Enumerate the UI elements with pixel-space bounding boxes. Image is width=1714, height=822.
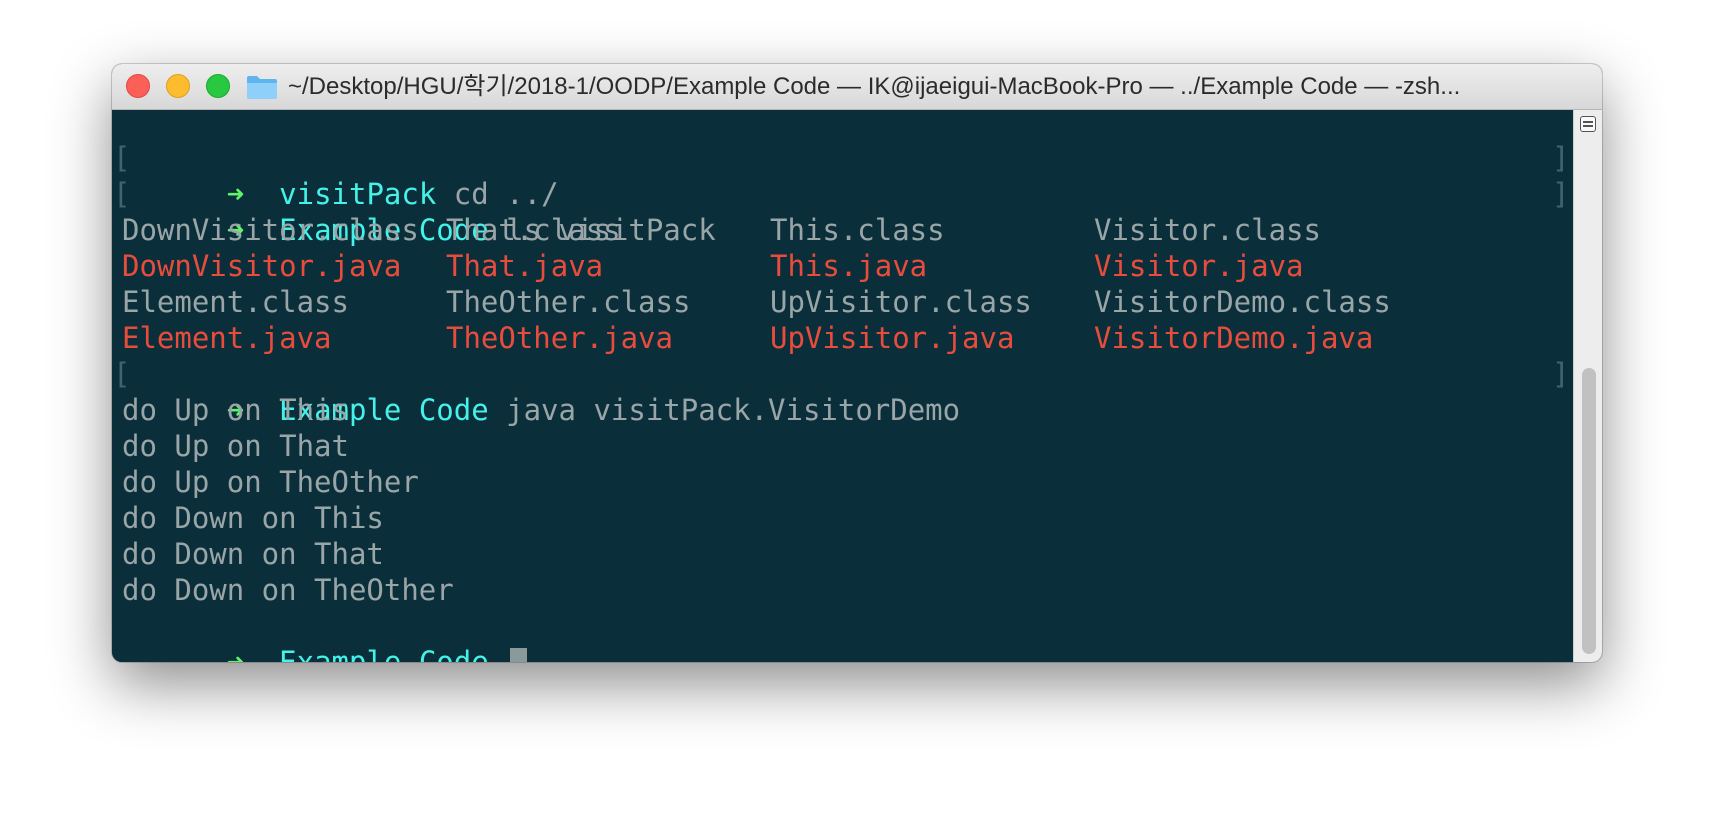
ls-entry: TheOther.class — [446, 285, 691, 319]
split-pane-icon[interactable] — [1580, 116, 1596, 132]
ls-entry: This.class — [770, 213, 945, 247]
ls-entry: Visitor.class — [1094, 213, 1321, 247]
maximize-button[interactable] — [206, 74, 230, 98]
line-bracket-right: ] — [1552, 357, 1570, 391]
ls-entry: UpVisitor.java — [770, 321, 1015, 355]
output-line: do Down on This — [122, 501, 384, 535]
prompt-line: [➜ visitPack cd ../ ] — [113, 140, 1569, 211]
window-title: ~/Desktop/HGU/학기/2018-1/OODP/Example Cod… — [288, 73, 1461, 100]
title-bar[interactable]: ~/Desktop/HGU/학기/2018-1/OODP/Example Cod… — [112, 64, 1602, 110]
minimize-button[interactable] — [166, 74, 190, 98]
ls-entry: VisitorDemo.class — [1094, 285, 1391, 319]
ls-entry: DownVisitor.java — [122, 249, 402, 283]
terminal-content[interactable]: [➜ visitPack cd ../ ] [➜ Example Code ls… — [112, 110, 1573, 662]
output-line: do Up on This — [122, 393, 349, 427]
prompt-arrow-icon: ➜ — [226, 645, 245, 662]
line-bracket-right: ] — [1552, 141, 1570, 175]
text-cursor[interactable] — [510, 648, 528, 662]
terminal-window: ~/Desktop/HGU/학기/2018-1/OODP/Example Cod… — [112, 64, 1602, 662]
ls-entry: Element.java — [122, 321, 332, 355]
vertical-scrollbar[interactable] — [1573, 110, 1602, 662]
ls-entry: That.java — [446, 249, 604, 283]
line-bracket-left: [ — [113, 357, 131, 391]
ls-entry: DownVisitor.class — [122, 213, 419, 247]
ls-entry: VisitorDemo.java — [1094, 321, 1374, 355]
close-button[interactable] — [126, 74, 150, 98]
folder-icon — [247, 76, 277, 99]
prompt-line: [➜ Example Code java visitPack.VisitorDe… — [113, 356, 1569, 427]
line-bracket-left: [ — [113, 141, 131, 175]
prompt-directory: Example Code — [279, 645, 489, 662]
output-line: do Down on That — [122, 537, 384, 571]
ls-row: Element.java TheOther.java UpVisitor.jav… — [122, 320, 1562, 356]
ls-row: DownVisitor.class That.class This.class … — [122, 212, 1562, 248]
line-bracket-right: ] — [1552, 177, 1570, 211]
prompt-line: [➜ Example Code ls visitPack ] — [113, 176, 1569, 247]
ls-entry: Visitor.java — [1094, 249, 1304, 283]
scrollbar-thumb[interactable] — [1582, 368, 1596, 654]
command-text: java visitPack.VisitorDemo — [506, 393, 961, 427]
current-prompt-line: ➜ Example Code — [122, 608, 528, 662]
ls-entry: This.java — [770, 249, 928, 283]
output-line: do Up on That — [122, 429, 349, 463]
output-line: do Down on TheOther — [122, 573, 454, 607]
output-line: do Up on TheOther — [122, 465, 419, 499]
ls-entry: Element.class — [122, 285, 349, 319]
line-bracket-left: [ — [113, 177, 131, 211]
ls-row: Element.class TheOther.class UpVisitor.c… — [122, 284, 1562, 320]
ls-entry: That.class — [446, 213, 621, 247]
ls-entry: UpVisitor.class — [770, 285, 1032, 319]
ls-row: DownVisitor.java That.java This.java Vis… — [122, 248, 1562, 284]
ls-entry: TheOther.java — [446, 321, 673, 355]
